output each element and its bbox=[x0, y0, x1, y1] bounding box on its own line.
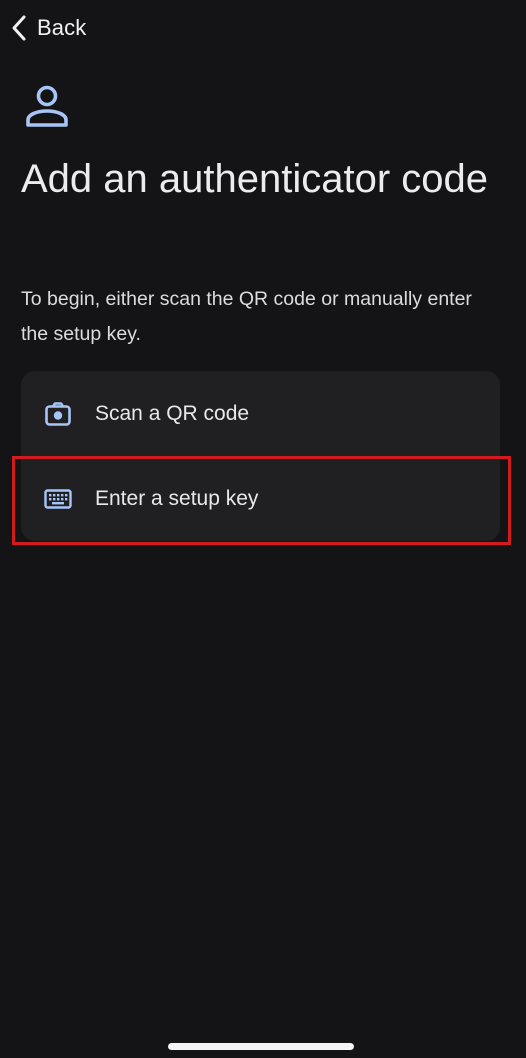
chevron-left-icon bbox=[10, 14, 28, 42]
enter-setup-key-option[interactable]: Enter a setup key bbox=[21, 456, 500, 541]
person-icon bbox=[24, 84, 70, 128]
back-label: Back bbox=[37, 15, 87, 40]
option-label: Enter a setup key bbox=[95, 486, 259, 510]
back-button[interactable]: Back bbox=[10, 12, 86, 44]
home-indicator[interactable] bbox=[168, 1043, 354, 1050]
page-description: To begin, either scan the QR code or man… bbox=[21, 288, 472, 345]
options-card: Scan a QR code Enter a setup key bbox=[21, 371, 500, 541]
page-title: Add an authenticator code bbox=[21, 157, 489, 201]
camera-icon bbox=[43, 399, 73, 429]
scan-qr-code-option[interactable]: Scan a QR code bbox=[21, 371, 500, 456]
keyboard-icon bbox=[43, 484, 73, 514]
option-label: Scan a QR code bbox=[95, 401, 250, 425]
